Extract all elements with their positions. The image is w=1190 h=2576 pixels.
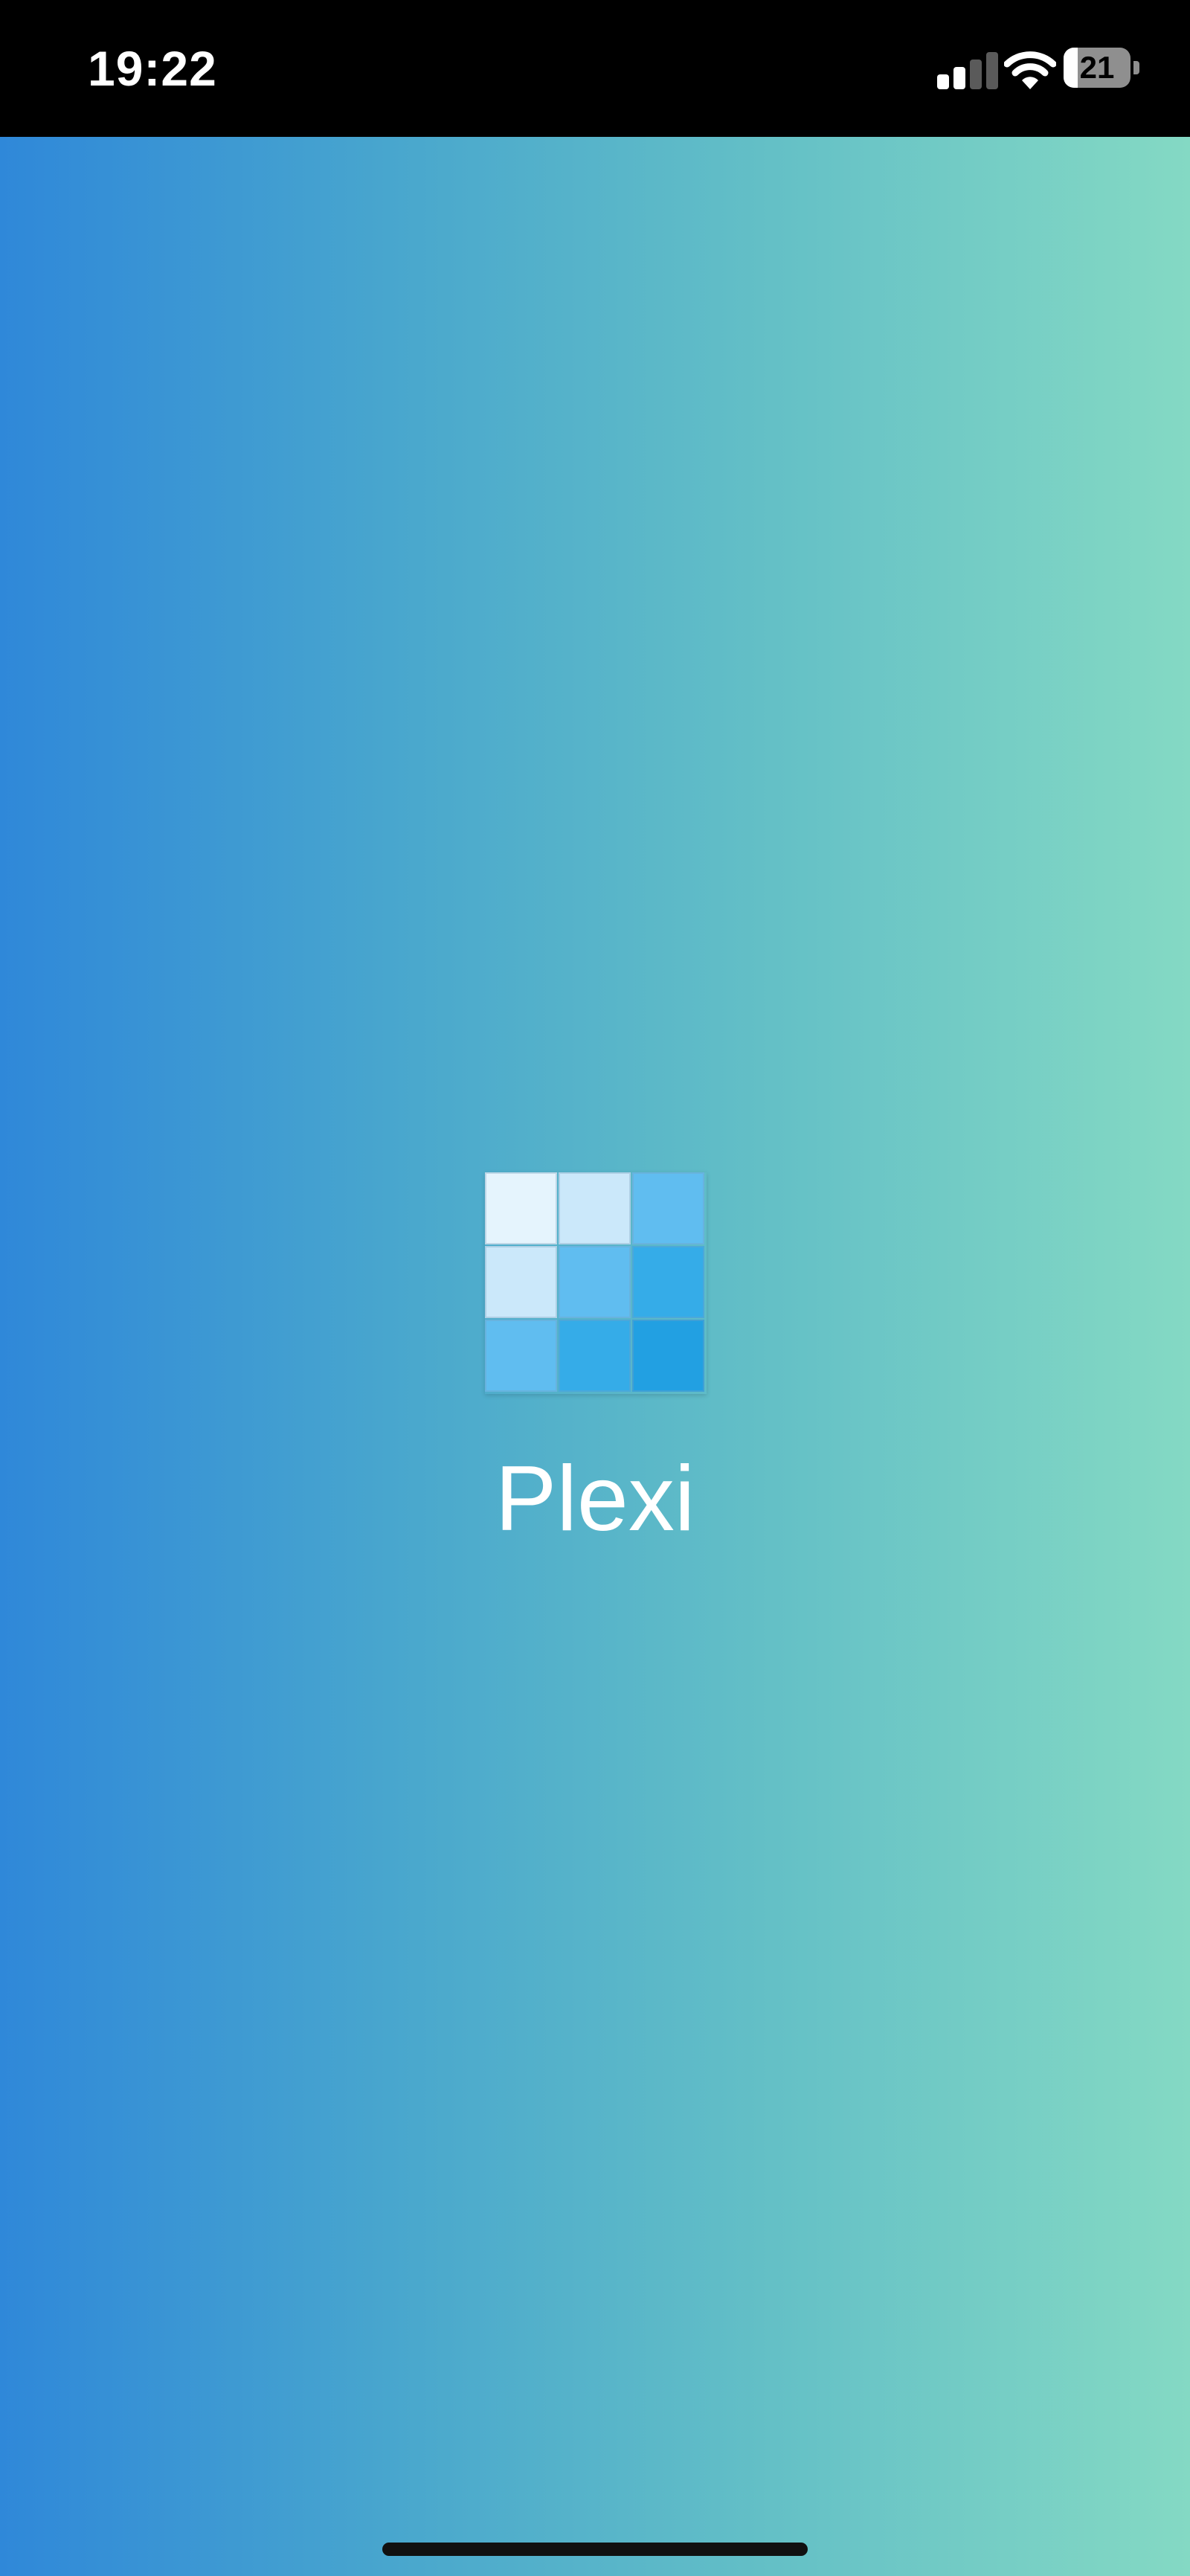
app-name: Plexi	[495, 1448, 695, 1550]
battery-level: 21	[1079, 50, 1115, 85]
home-indicator[interactable]	[382, 2543, 808, 2556]
cellular-signal-icon	[937, 52, 1000, 89]
battery-body: 21	[1064, 48, 1130, 88]
wifi-icon	[1003, 49, 1057, 91]
signal-bar	[953, 67, 965, 89]
logo-cell	[632, 1246, 704, 1318]
plexi-logo-icon	[485, 1172, 707, 1394]
logo-cell	[632, 1172, 704, 1244]
battery-tip	[1133, 61, 1139, 74]
status-bar: 19:22 21	[0, 0, 1190, 137]
splash-screen: 19:22 21 Plexi	[0, 0, 1190, 2576]
status-time: 19:22	[88, 41, 217, 96]
logo-cell	[632, 1320, 704, 1392]
signal-bar	[937, 74, 949, 89]
logo-cell	[485, 1320, 557, 1392]
signal-bar	[986, 52, 998, 89]
logo-cell	[559, 1320, 631, 1392]
logo-cell	[559, 1246, 631, 1318]
logo-cell	[559, 1172, 631, 1244]
battery-icon: 21	[1064, 48, 1141, 89]
logo-cell	[485, 1172, 557, 1244]
signal-bar	[970, 60, 982, 89]
logo-cell	[485, 1246, 557, 1318]
